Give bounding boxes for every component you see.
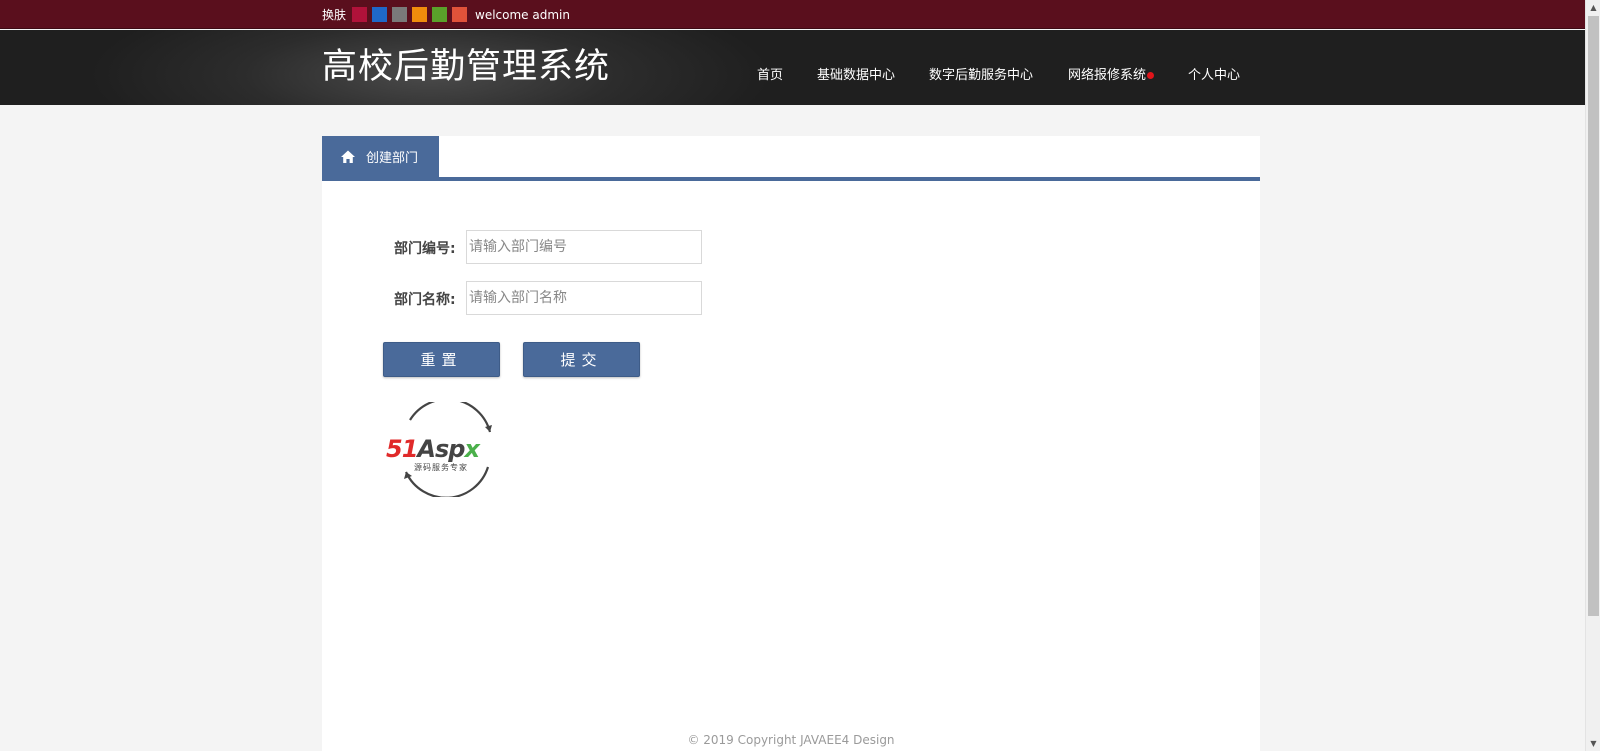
nav-item-personal-center[interactable]: 个人中心	[1188, 64, 1240, 83]
dept-code-input[interactable]	[466, 230, 702, 264]
dept-name-input[interactable]	[466, 281, 702, 315]
skin-swatch-orange[interactable]	[412, 7, 428, 22]
tab-bar: 创建部门	[322, 136, 1260, 181]
skin-swatch-coral[interactable]	[452, 7, 468, 22]
nav-item-basic-data[interactable]: 基础数据中心	[817, 64, 895, 83]
main-nav: 首页 基础数据中心 数字后勤服务中心 网络报修系统 个人中心	[0, 64, 1585, 84]
skin-swatch-green[interactable]	[432, 7, 448, 22]
skin-label: 换肤	[322, 8, 347, 22]
skin-swatch-blue[interactable]	[372, 7, 388, 22]
skin-bar: 换肤 welcome admin	[0, 0, 1585, 29]
skin-swatch-red[interactable]	[352, 7, 368, 22]
notification-dot	[1147, 72, 1154, 79]
nav-item-home[interactable]: 首页	[757, 64, 783, 83]
submit-button[interactable]: 提交	[523, 342, 640, 377]
scroll-up-arrow-icon[interactable]: ▲	[1586, 0, 1600, 15]
brand-logo: 51Aspx 源码服务专家	[384, 398, 512, 499]
scroll-down-arrow-icon[interactable]: ▼	[1586, 736, 1600, 751]
logo-tagline: 源码服务专家	[414, 463, 468, 472]
site-header: 高校后勤管理系统 首页 基础数据中心 数字后勤服务中心 网络报修系统 个人中心	[0, 30, 1585, 105]
welcome-text: welcome admin	[475, 7, 570, 22]
logo-brand: 51Aspx	[386, 435, 480, 463]
skin-swatch-gray[interactable]	[392, 7, 408, 22]
footer-copyright: © 2019 Copyright JAVAEE4 Design	[687, 733, 895, 747]
vertical-scrollbar[interactable]: ▲ ▼	[1585, 0, 1600, 751]
tab-label: 创建部门	[366, 151, 419, 166]
tab-create-department[interactable]: 创建部门	[322, 136, 439, 177]
nav-item-digital-service[interactable]: 数字后勤服务中心	[929, 64, 1033, 83]
content-panel: 创建部门 部门编号: 部门名称: 重置 提交 51Aspx 源码服务专家 © 2…	[322, 136, 1260, 751]
form-row-dept-code: 部门编号:	[322, 230, 822, 264]
form-row-dept-name: 部门名称:	[322, 281, 822, 315]
nav-item-repair-system[interactable]: 网络报修系统	[1068, 64, 1146, 83]
reset-button[interactable]: 重置	[383, 342, 500, 377]
scroll-thumb[interactable]	[1588, 16, 1599, 616]
home-icon	[340, 149, 356, 165]
skin-bar-inner: 换肤 welcome admin	[322, 0, 570, 29]
